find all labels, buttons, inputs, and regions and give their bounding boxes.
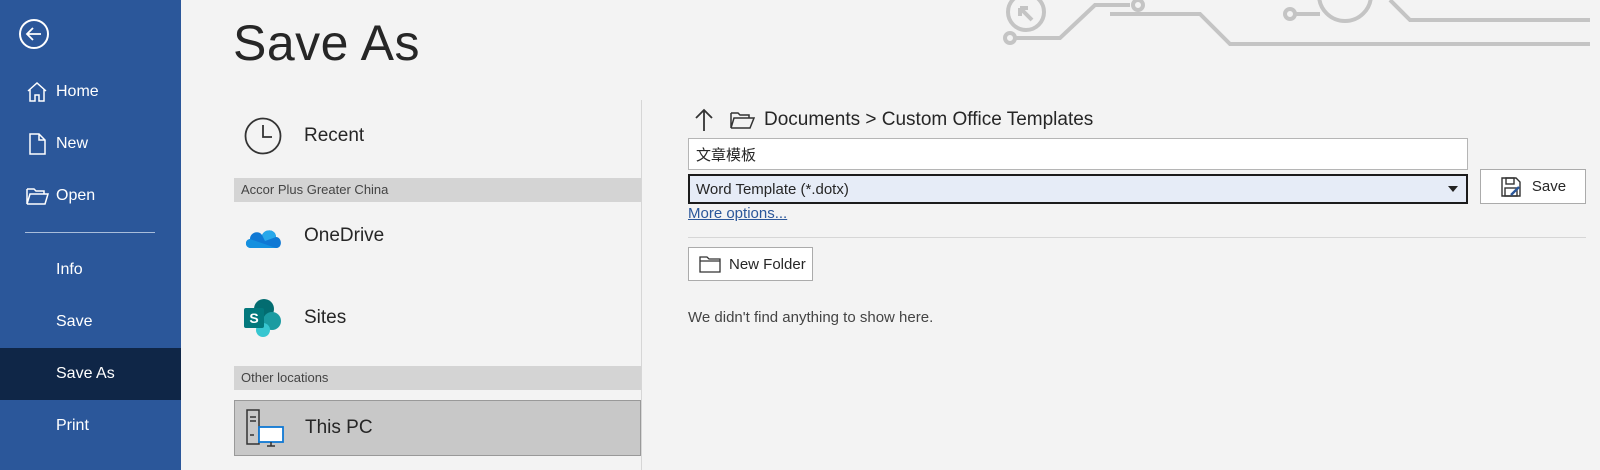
- column-divider: [641, 100, 642, 470]
- open-folder-icon: [728, 108, 756, 132]
- onedrive-cloud-icon: [242, 215, 284, 257]
- nav-save-as-label: Save As: [56, 365, 115, 382]
- breadcrumb-path[interactable]: Documents > Custom Office Templates: [764, 109, 1093, 131]
- location-sites-label: Sites: [304, 307, 347, 328]
- more-options-link[interactable]: More options...: [688, 205, 787, 222]
- nav-divider: [25, 232, 155, 233]
- save-disk-icon: [1500, 176, 1522, 198]
- nav-open-label: Open: [56, 187, 96, 204]
- this-pc-icon: [243, 407, 285, 449]
- nav-save[interactable]: Save: [0, 296, 181, 348]
- backstage-sidebar: Home New Open Info Save Save As Print: [0, 0, 181, 470]
- nav-new[interactable]: New: [0, 118, 181, 170]
- path-bar: Documents > Custom Office Templates: [690, 105, 1093, 135]
- new-folder-label: New Folder: [729, 255, 806, 273]
- empty-folder-message: We didn't find anything to show here.: [688, 309, 934, 326]
- nav-print[interactable]: Print: [0, 400, 181, 452]
- nav-new-label: New: [56, 135, 89, 152]
- nav-home[interactable]: Home: [0, 66, 181, 118]
- nav-info-label: Info: [56, 261, 83, 278]
- filename-input[interactable]: [688, 138, 1468, 170]
- locations-list: Recent Accor Plus Greater China OneDrive…: [234, 100, 641, 470]
- section-header-org: Accor Plus Greater China: [234, 178, 641, 202]
- page-title: Save As: [233, 15, 420, 71]
- location-onedrive-label: OneDrive: [304, 225, 385, 246]
- save-button-label: Save: [1531, 178, 1567, 195]
- nav-open[interactable]: Open: [0, 170, 181, 222]
- nav-save-as[interactable]: Save As: [0, 348, 181, 400]
- location-recent[interactable]: Recent: [234, 114, 641, 158]
- up-arrow-icon: [695, 108, 713, 131]
- dropdown-caret-icon: [1448, 186, 1458, 192]
- file-type-value: Word Template (*.dotx): [696, 180, 849, 198]
- open-folder-icon: [24, 183, 50, 209]
- up-one-level-button[interactable]: [690, 105, 718, 135]
- section-header-other: Other locations: [234, 366, 641, 390]
- new-document-icon: [24, 131, 50, 157]
- back-arrow-icon: [25, 27, 41, 41]
- save-button[interactable]: Save: [1480, 169, 1586, 204]
- nav-save-label: Save: [56, 313, 93, 330]
- location-onedrive[interactable]: OneDrive: [234, 214, 641, 258]
- back-button[interactable]: [19, 19, 49, 49]
- file-type-select[interactable]: Word Template (*.dotx): [688, 174, 1468, 204]
- location-recent-label: Recent: [304, 125, 365, 146]
- nav-print-label: Print: [56, 417, 89, 434]
- home-icon: [24, 79, 50, 105]
- location-sites[interactable]: S Sites: [234, 294, 641, 342]
- sharepoint-icon: S: [242, 297, 284, 339]
- panel-divider: [688, 237, 1586, 238]
- clock-icon: [242, 115, 284, 157]
- folder-icon: [699, 254, 721, 274]
- nav-info[interactable]: Info: [0, 244, 181, 296]
- decorative-circuit-art: [1003, 0, 1590, 46]
- nav-home-label: Home: [56, 83, 99, 100]
- new-folder-button[interactable]: New Folder: [688, 247, 813, 281]
- location-this-pc-label: This PC: [305, 417, 373, 438]
- location-this-pc[interactable]: This PC: [234, 400, 641, 456]
- svg-text:S: S: [249, 310, 258, 326]
